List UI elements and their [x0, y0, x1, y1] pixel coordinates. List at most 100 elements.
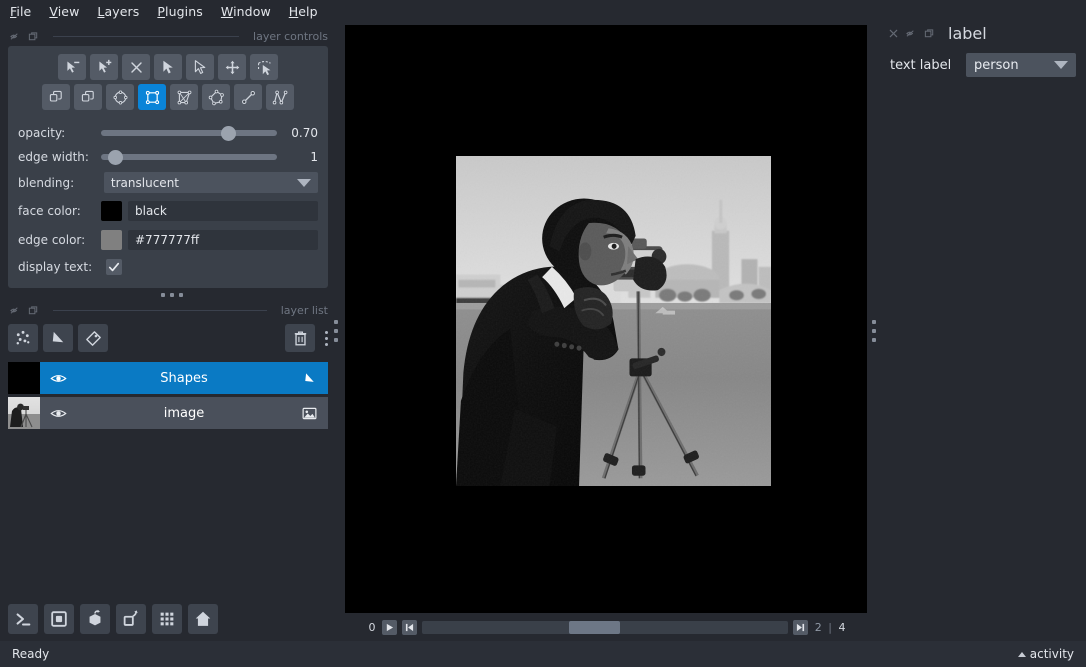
- edge-color-swatch[interactable]: [101, 229, 122, 250]
- add-polygon-box-tool[interactable]: [170, 84, 198, 110]
- label-dock-title: label: [948, 23, 987, 43]
- close-icon[interactable]: [888, 28, 899, 39]
- last-frame-button[interactable]: [793, 619, 809, 635]
- chevron-down-icon: [1054, 61, 1068, 69]
- shape-tool-row-1: [58, 54, 278, 80]
- display-text-row: display text:: [18, 255, 318, 279]
- display-text-checkbox[interactable]: [106, 259, 122, 275]
- first-frame-button[interactable]: [402, 619, 417, 635]
- layer-name-image: image: [163, 405, 205, 421]
- direct-select-arrow-tool[interactable]: [186, 54, 214, 80]
- add-line-tool[interactable]: [234, 84, 262, 110]
- new-shapes-layer-button[interactable]: [43, 324, 73, 352]
- activity-button[interactable]: activity: [1017, 647, 1074, 661]
- add-path-tool[interactable]: [266, 84, 294, 110]
- play-button[interactable]: [382, 619, 397, 635]
- face-color-input[interactable]: black: [128, 200, 318, 221]
- shape-tool-grid: [18, 54, 318, 110]
- delete-layer-button[interactable]: [285, 324, 315, 352]
- home-reset-button[interactable]: [188, 604, 218, 634]
- opacity-slider-track: [100, 130, 277, 136]
- edge-width-label: edge width:: [18, 150, 89, 164]
- current-frame-value: 0: [368, 620, 376, 634]
- delete-shape-tool[interactable]: [122, 54, 150, 80]
- layer-thumbnail-image: [8, 397, 40, 429]
- cameraman-photograph: [456, 156, 771, 486]
- undock-icon[interactable]: [28, 305, 39, 316]
- dimension-slider-handle[interactable]: [568, 620, 620, 634]
- cube-roll-icon: [89, 609, 101, 626]
- float-dock-icon[interactable]: [906, 28, 917, 39]
- menu-layers-label: ayers: [104, 4, 140, 19]
- menu-bar: File View Layers Plugins Window Help: [0, 0, 340, 23]
- text-label-select[interactable]: person: [966, 53, 1076, 77]
- napari-window: File View Layers Plugins Window Help lay…: [0, 0, 1086, 667]
- edge-color-input[interactable]: #777777ff: [128, 229, 318, 250]
- copy-shape-tool[interactable]: [74, 84, 102, 110]
- menu-window[interactable]: Window: [219, 3, 273, 20]
- right-dock-splitter-handle[interactable]: [872, 320, 876, 342]
- visibility-eye-icon[interactable]: [50, 370, 67, 387]
- trash-icon: [294, 331, 306, 345]
- new-points-layer-button[interactable]: [8, 324, 38, 352]
- square-2d-icon: [51, 611, 67, 627]
- left-dock-splitter-handle[interactable]: [334, 320, 338, 342]
- undock-icon[interactable]: [924, 28, 935, 39]
- move-tool[interactable]: [218, 54, 246, 80]
- float-dock-icon[interactable]: [10, 31, 21, 42]
- new-labels-layer-button[interactable]: [78, 324, 108, 352]
- transpose-icon: [123, 610, 138, 626]
- toggle-2d-3d-button[interactable]: [44, 604, 74, 634]
- transpose-dimensions-button[interactable]: [116, 604, 146, 634]
- menu-window-label: indow: [233, 4, 271, 19]
- menu-plugins[interactable]: Plugins: [155, 3, 204, 20]
- layer-row-image[interactable]: image: [8, 397, 328, 429]
- menu-help[interactable]: Help: [287, 3, 320, 20]
- layer-controls-dock-header: layer controls: [0, 28, 336, 44]
- layer-list: Shapes image: [8, 362, 328, 432]
- layer-list-dock-header: layer list: [0, 302, 336, 318]
- grid-view-button[interactable]: [152, 604, 182, 634]
- edge-width-slider-handle[interactable]: [107, 149, 123, 165]
- add-ellipse-tool[interactable]: [106, 84, 134, 110]
- duplicate-shape-tool[interactable]: [42, 84, 70, 110]
- status-message: Ready: [12, 647, 50, 661]
- dock-splitter-handle-horizontal[interactable]: [161, 293, 183, 297]
- undock-icon[interactable]: [28, 31, 39, 42]
- menu-file[interactable]: File: [8, 3, 33, 20]
- chevron-up-icon: [1017, 651, 1026, 657]
- home-icon: [195, 611, 211, 626]
- layer-controls-title: layer controls: [253, 29, 328, 43]
- add-rectangle-tool[interactable]: [138, 84, 166, 110]
- opacity-row: opacity: 0.70: [18, 122, 318, 144]
- layer-list-overflow-menu[interactable]: [325, 330, 328, 346]
- viewer-canvas[interactable]: [345, 25, 867, 613]
- viewer-buttons: [8, 604, 218, 634]
- float-dock-icon[interactable]: [10, 305, 21, 316]
- roll-dimensions-button[interactable]: [80, 604, 110, 634]
- layer-controls-panel: opacity: 0.70 edge width: 1 blending: tr…: [8, 46, 328, 288]
- console-button[interactable]: [8, 604, 38, 634]
- opacity-value: 0.70: [291, 126, 318, 140]
- blending-select[interactable]: translucent: [103, 172, 318, 193]
- visibility-eye-icon[interactable]: [50, 405, 67, 422]
- play-icon: [386, 623, 394, 631]
- edge-width-slider[interactable]: [100, 147, 277, 167]
- opacity-slider[interactable]: [100, 123, 277, 143]
- select-vertex-remove-tool[interactable]: [58, 54, 86, 80]
- console-icon: [16, 613, 31, 626]
- layer-row-shapes[interactable]: Shapes: [8, 362, 328, 394]
- menu-layers[interactable]: Layers: [95, 3, 141, 20]
- select-arrow-tool[interactable]: [154, 54, 182, 80]
- menu-view[interactable]: View: [47, 3, 81, 20]
- menu-plugins-label: lugins: [165, 4, 203, 19]
- transform-shape-tool[interactable]: [250, 54, 278, 80]
- canvas-image-frame: [452, 152, 775, 490]
- opacity-slider-handle[interactable]: [221, 125, 237, 141]
- blending-value: translucent: [110, 175, 180, 190]
- dimension-slider[interactable]: [422, 620, 789, 634]
- add-polygon-tool[interactable]: [202, 84, 230, 110]
- select-vertex-add-tool[interactable]: [90, 54, 118, 80]
- skip-last-icon: [797, 623, 805, 631]
- face-color-swatch[interactable]: [101, 200, 122, 221]
